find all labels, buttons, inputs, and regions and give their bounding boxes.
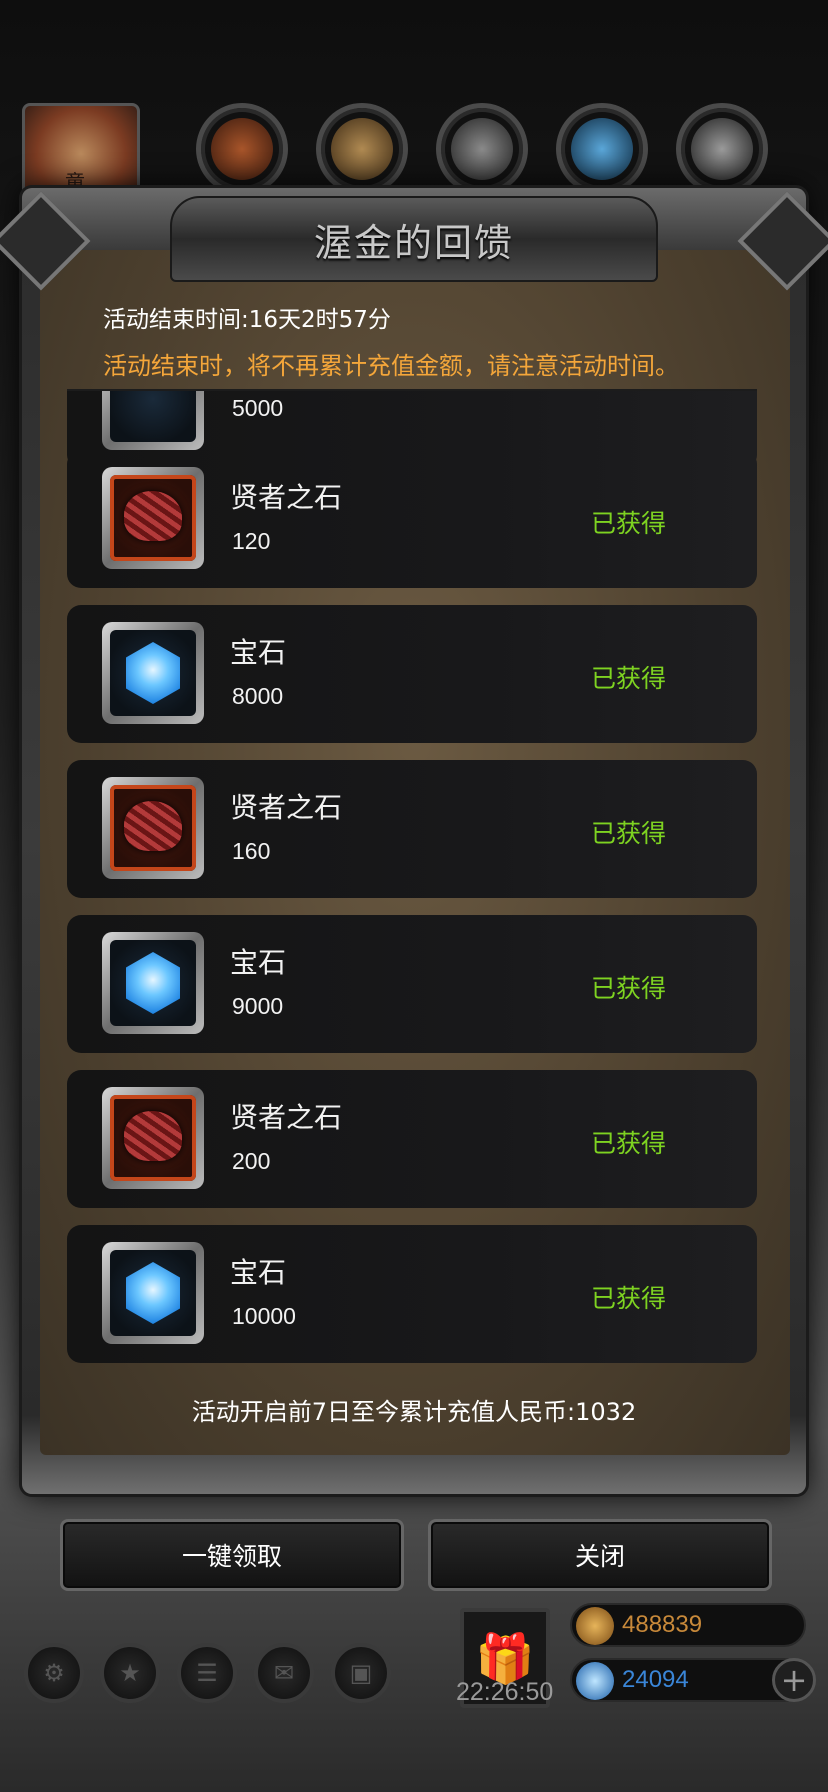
- mail-icon[interactable]: ✉: [254, 1643, 314, 1703]
- blue-gem-icon[interactable]: [102, 622, 204, 724]
- blue-gem-icon[interactable]: [102, 1242, 204, 1344]
- resource-slot-meat: [196, 103, 288, 195]
- sage-stone-icon[interactable]: [102, 467, 204, 569]
- reward-row: 宝石 10000 已获得: [67, 1225, 757, 1363]
- gift-timer: 22:26:50: [456, 1678, 554, 1706]
- resource-slot-crystal: [556, 103, 648, 195]
- achievement-star-icon[interactable]: ★: [100, 1643, 160, 1703]
- reward-row: 宝石 9000 已获得: [67, 915, 757, 1053]
- gem-value: 24094: [622, 1666, 689, 1693]
- event-warning: 活动结束时，将不再累计充值金额，请注意活动时间。: [103, 352, 679, 380]
- total-recharge-line: 活动开启前7日至今累计充值人民币:1032: [191, 1398, 637, 1426]
- reward-count: 8000: [232, 683, 284, 709]
- reward-row: 贤者之石 200 已获得: [67, 1070, 757, 1208]
- sage-stone-icon[interactable]: [102, 1087, 204, 1189]
- reward-name: 贤者之石: [230, 791, 343, 824]
- resource-slot-iron: [436, 103, 528, 195]
- reward-count: 5000: [232, 395, 284, 421]
- dialog-title: 渥金的回馈: [313, 221, 514, 265]
- reward-row: 贤者之石 120 已获得: [67, 450, 757, 588]
- reward-name: 宝石: [230, 636, 287, 669]
- quest-list-icon[interactable]: ☰: [177, 1643, 237, 1703]
- blue-gem-icon[interactable]: [102, 932, 204, 1034]
- reward-name: 贤者之石: [230, 1101, 343, 1134]
- reward-count: 160: [232, 838, 271, 864]
- settings-gear-icon[interactable]: ⚙: [24, 1643, 84, 1703]
- reward-status: 已获得: [591, 1284, 667, 1313]
- claim-all-button[interactable]: 一键领取: [60, 1519, 404, 1591]
- reward-count: 200: [232, 1148, 271, 1174]
- inventory-box-icon[interactable]: ▣: [331, 1643, 391, 1703]
- reward-status: 已获得: [591, 509, 667, 538]
- reward-row: 贤者之石 160 已获得: [67, 760, 757, 898]
- reward-row: 宝石 8000 已获得: [67, 605, 757, 743]
- resource-slot-wood: [316, 103, 408, 195]
- gem-currency: 24094: [570, 1658, 806, 1702]
- sage-stone-icon[interactable]: [102, 777, 204, 879]
- reward-name: 贤者之石: [230, 481, 343, 514]
- gold-currency: 488839: [570, 1603, 806, 1647]
- reward-status: 已获得: [591, 974, 667, 1003]
- reward-status: 已获得: [591, 1129, 667, 1158]
- reward-count: 9000: [232, 993, 284, 1019]
- gem-icon: [102, 391, 204, 450]
- event-end-time: 活动结束时间:16天2时57分: [103, 307, 391, 333]
- reward-status: 已获得: [591, 664, 667, 693]
- gold-coin-icon: [576, 1607, 614, 1645]
- reward-list[interactable]: 5000 贤者之石 120 已获得 宝石 8000 已获得 贤者之石 160 已…: [67, 391, 757, 1373]
- reward-name: 宝石: [230, 946, 287, 979]
- gold-value: 488839: [622, 1611, 703, 1638]
- reward-count: 10000: [232, 1303, 296, 1329]
- reward-name: 宝石: [230, 1256, 287, 1289]
- add-currency-button[interactable]: +: [772, 1658, 816, 1702]
- resource-slot-steel: [676, 103, 768, 195]
- close-button[interactable]: 关闭: [428, 1519, 772, 1591]
- reward-count: 120: [232, 528, 271, 554]
- reward-status: 已获得: [591, 819, 667, 848]
- gem-currency-icon: [576, 1662, 614, 1700]
